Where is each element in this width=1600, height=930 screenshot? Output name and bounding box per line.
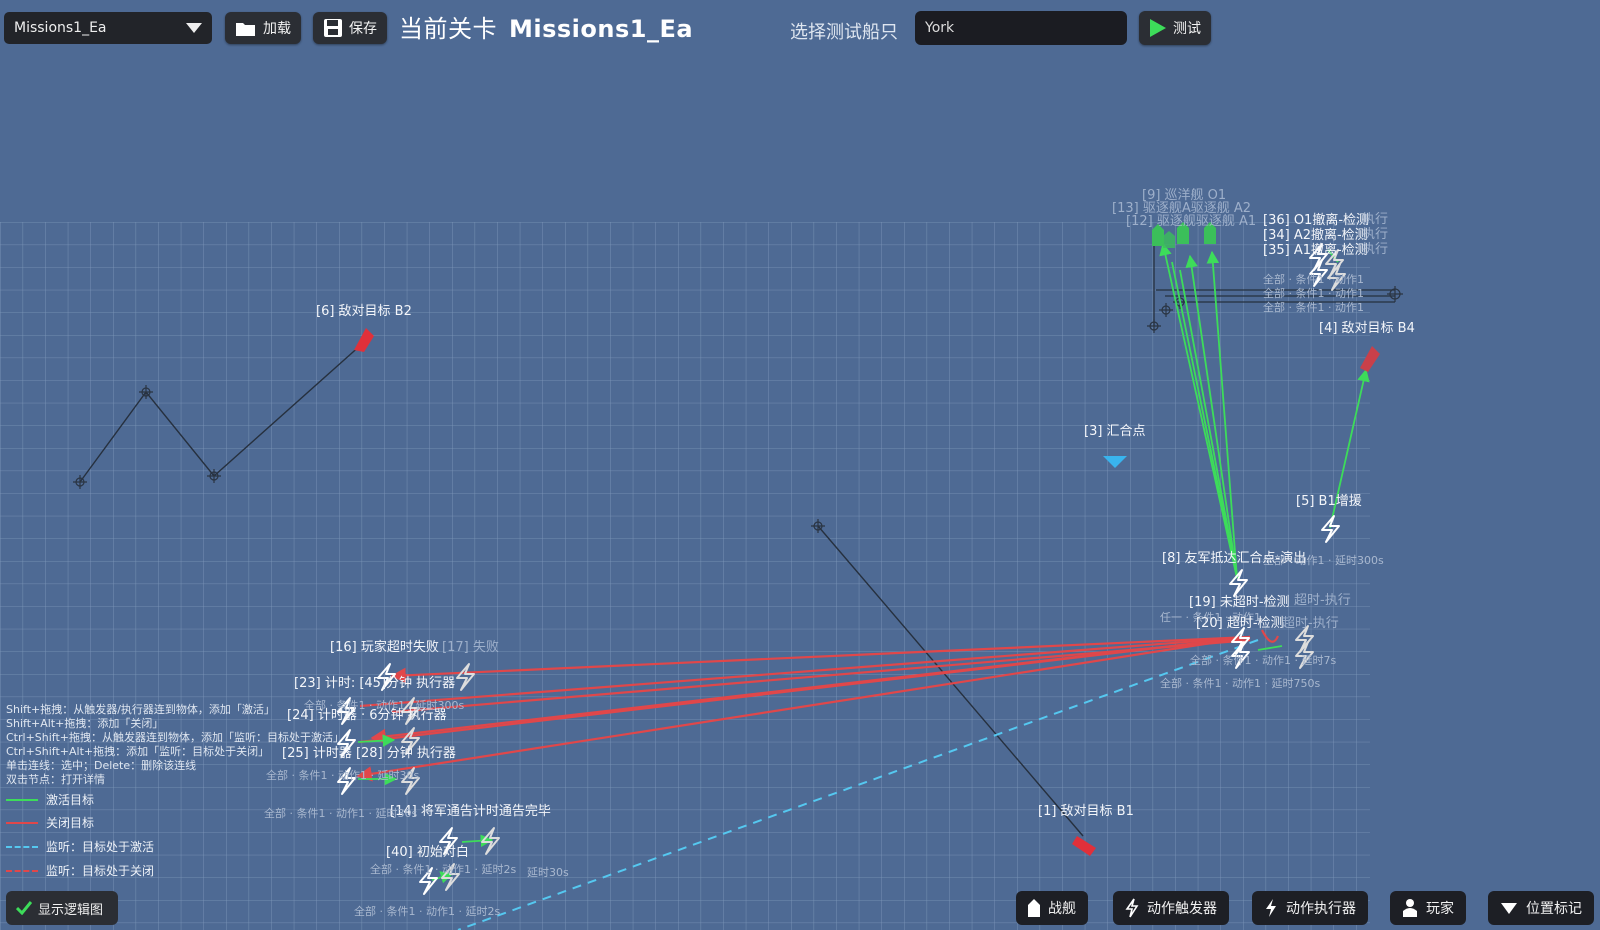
- node-trigger-35-sub: 全部 · 条件1 · 动作1: [1263, 301, 1364, 314]
- node-timer-24-label[interactable]: [24] 计时器 · 6分钟 执行器: [287, 704, 447, 723]
- node-initial-label[interactable]: [40] 初始对白: [386, 841, 469, 860]
- triangle-down-icon: [1501, 903, 1517, 914]
- legend-listen-inactive-label: 监听：目标处于关闭: [46, 864, 155, 878]
- marker-label: 位置标记: [1526, 901, 1582, 917]
- legend-activate: 激活目标: [6, 791, 94, 808]
- node-timeout-sub2: 全部 · 条件1 · 动作1 · 延时750s: [1160, 677, 1321, 690]
- choose-ship-label: 选择测试船只: [790, 22, 898, 43]
- legend-deactivate-label: 关闭目标: [46, 816, 95, 830]
- floppy-disk-icon: [324, 19, 342, 37]
- legend-activate-swatch: [6, 798, 38, 801]
- warship-icon: [1028, 899, 1040, 917]
- node-ally-rally-label[interactable]: [8] 友军抵达汇合点-演出: [1162, 547, 1306, 566]
- node-enemy-b1-label[interactable]: [1] 敌对目标 B1: [1038, 800, 1134, 819]
- test-button[interactable]: 测试: [1139, 11, 1211, 45]
- legend-listen-inactive: 监听：目标处于关闭: [6, 862, 154, 879]
- node-delay-30-sub: 延时30s: [527, 866, 569, 879]
- help-line-6: 双击节点：打开详情: [6, 773, 105, 786]
- ship-input-value: York: [925, 20, 955, 36]
- checkmark-icon: [16, 901, 32, 915]
- player-label: 玩家: [1426, 901, 1454, 917]
- map-canvas[interactable]: [0, 0, 1600, 930]
- mission-select-value: Missions1_Ea: [14, 20, 107, 36]
- add-marker-button[interactable]: 位置标记: [1488, 891, 1594, 925]
- executor-label: 动作执行器: [1286, 901, 1356, 917]
- node-initial-sub2: 全部 · 条件1 · 动作1 · 延时2s: [354, 905, 501, 918]
- node-b1-reinforce-label[interactable]: [5] B1增援: [1296, 490, 1362, 509]
- save-button[interactable]: 保存: [313, 12, 387, 44]
- save-label: 保存: [349, 21, 377, 37]
- folder-icon: [236, 23, 255, 36]
- node-initial-sub: 全部 · 条件1 · 动作1 · 延时2s: [370, 863, 517, 876]
- node-player-fail-label[interactable]: [16] 玩家超时失败: [330, 636, 439, 655]
- node-timeout-sub1: 全部 · 条件1 · 动作1 · 延时7s: [1190, 654, 1337, 667]
- mission-select[interactable]: Missions1_Ea: [4, 12, 212, 44]
- show-logic-toggle[interactable]: 显示逻辑图: [6, 891, 118, 925]
- node-exec-35-label[interactable]: 执行: [1362, 238, 1388, 257]
- grid-area: [0, 222, 1370, 930]
- load-label: 加载: [263, 21, 291, 37]
- bolt-icon: [1266, 899, 1276, 917]
- show-logic-label: 显示逻辑图: [38, 902, 104, 918]
- add-player-button[interactable]: 玩家: [1390, 891, 1466, 925]
- warship-label: 战舰: [1048, 901, 1076, 917]
- node-timer-25-sub: 全部 · 条件1 · 动作1 · 延时30s: [266, 769, 420, 782]
- legend-activate-label: 激活目标: [46, 793, 95, 807]
- current-level-label: 当前关卡: [399, 15, 497, 43]
- test-label: 测试: [1173, 21, 1201, 37]
- legend-deactivate: 关闭目标: [6, 814, 94, 831]
- current-level-value: Missions1_Ea: [509, 15, 694, 43]
- node-timeout-exec[interactable]: 超时-执行: [1282, 612, 1339, 631]
- legend-listen-active: 监听：目标处于激活: [6, 838, 154, 855]
- node-not-timeout-label[interactable]: [19] 未超时-检测: [1189, 591, 1290, 610]
- add-warship-button[interactable]: 战舰: [1016, 891, 1088, 925]
- node-enemy-b4-label[interactable]: [4] 敌对目标 B4: [1319, 317, 1415, 336]
- legend-deactivate-swatch: [6, 821, 38, 824]
- node-rally-label[interactable]: [3] 汇合点: [1084, 420, 1146, 439]
- add-executor-button[interactable]: 动作执行器: [1252, 891, 1368, 925]
- node-fleet-notice-sub: 全部 · 条件1 · 动作1 · 延时30s: [264, 807, 418, 820]
- trigger-label: 动作触发器: [1147, 901, 1217, 917]
- ship-input[interactable]: York: [915, 11, 1127, 45]
- bolt-outline-icon: [1125, 898, 1139, 918]
- node-timer-23-label[interactable]: [23] 计时: [45]分钟 执行器: [294, 672, 455, 691]
- node-enemy-b2-label[interactable]: [6] 敌对目标 B2: [316, 300, 412, 319]
- legend-listen-active-label: 监听：目标处于激活: [46, 840, 155, 854]
- node-not-timeout-exec[interactable]: 超时-执行: [1294, 589, 1351, 608]
- legend-listen-active-swatch: [6, 845, 38, 848]
- node-fail-17-label[interactable]: [17] 失败: [442, 636, 499, 655]
- chevron-down-icon: [186, 23, 202, 33]
- node-timeout-label[interactable]: [20] 超时-检测: [1196, 612, 1284, 631]
- node-trigger-35-label[interactable]: [35] A1撤离-检测: [1263, 239, 1368, 258]
- legend-listen-inactive-swatch: [6, 869, 38, 872]
- node-destroyer-a1-label[interactable]: [12] 驱逐舰驱逐舰 A1: [1126, 210, 1256, 229]
- play-icon: [1150, 19, 1166, 37]
- load-button[interactable]: 加载: [225, 12, 301, 44]
- add-trigger-button[interactable]: 动作触发器: [1113, 891, 1229, 925]
- player-icon: [1403, 899, 1417, 917]
- page-title: 当前关卡 Missions1_Ea: [399, 12, 693, 46]
